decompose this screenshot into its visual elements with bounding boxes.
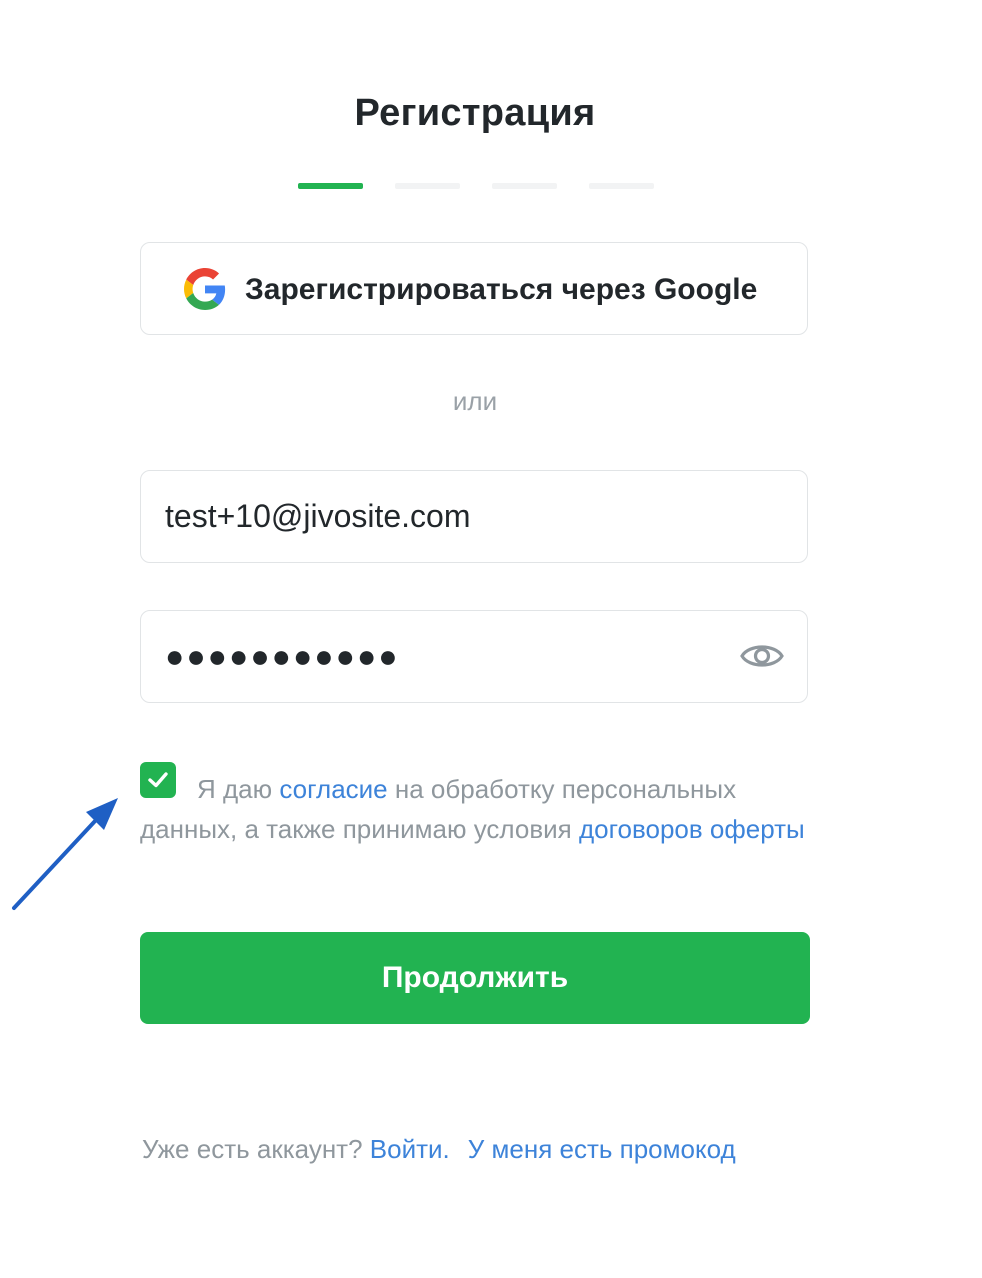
consent-text: Я даю согласие на обработку персональных… [140, 769, 810, 849]
footer-links: Уже есть аккаунт? Войти. У меня есть пром… [142, 1134, 736, 1165]
google-signup-button[interactable]: Зарегистрироваться через Google [140, 242, 808, 335]
google-icon [184, 268, 226, 310]
page-title: Регистрация [354, 92, 596, 134]
consent-text-part-1: Я даю [197, 774, 280, 804]
step-indicator-4 [589, 183, 654, 189]
or-divider: или [452, 386, 498, 416]
step-indicator-1 [298, 183, 363, 189]
step-indicator-2 [395, 183, 460, 189]
email-input[interactable] [165, 471, 725, 561]
have-account-text: Уже есть аккаунт? [142, 1134, 370, 1164]
step-indicator-3 [492, 183, 557, 189]
password-input[interactable] [165, 611, 725, 701]
annotation-arrow [12, 798, 118, 910]
offer-agreement-link[interactable]: договоров оферты [579, 814, 805, 844]
password-field-container [140, 610, 808, 703]
google-signup-label: Зарегистрироваться через Google [245, 273, 758, 306]
promo-code-link[interactable]: У меня есть промокод [468, 1134, 736, 1164]
step-progress [298, 183, 654, 189]
login-link[interactable]: Войти. [370, 1134, 450, 1164]
consent-link[interactable]: согласие [279, 774, 387, 804]
email-field-container [140, 470, 808, 563]
eye-icon[interactable] [739, 639, 785, 673]
continue-button[interactable]: Продолжить [140, 932, 810, 1024]
